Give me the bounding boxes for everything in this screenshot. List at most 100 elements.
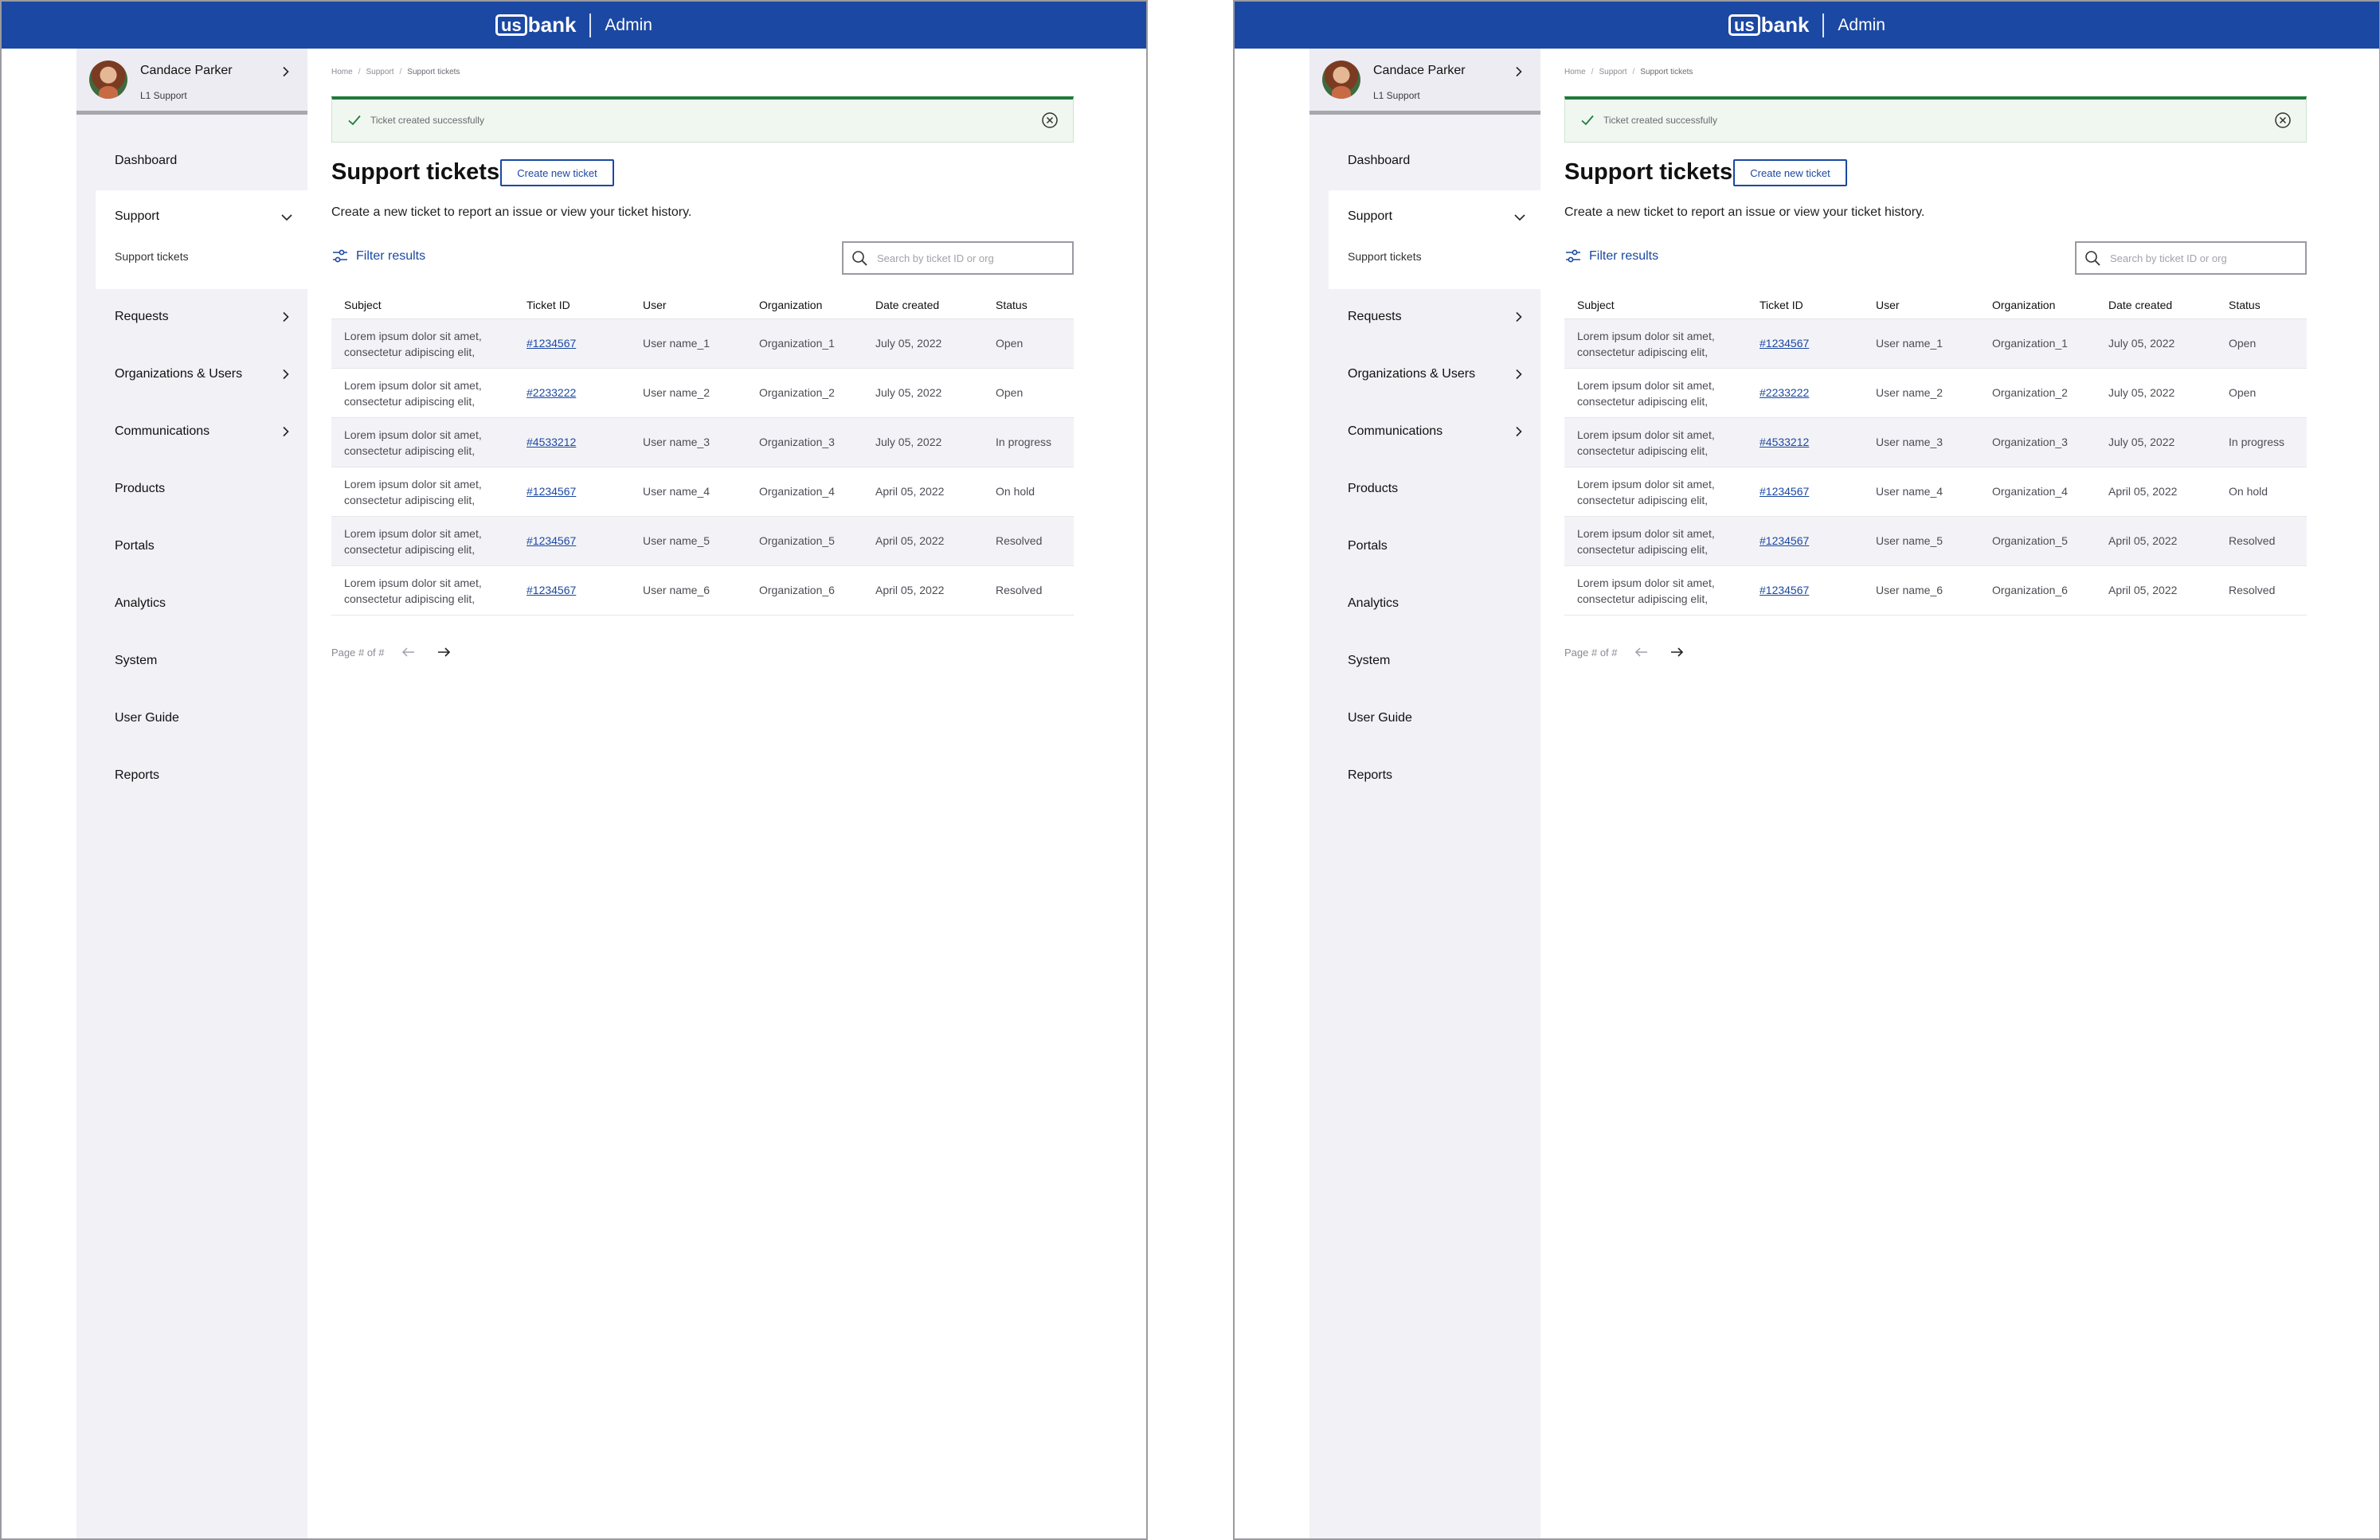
ticket-id-link[interactable]: #1234567 (526, 485, 576, 498)
sidebar-item-requests[interactable]: Requests (76, 301, 307, 333)
sidebar-item-portals[interactable]: Portals (76, 530, 307, 562)
page-description: Create a new ticket to report an issue o… (1564, 205, 1925, 219)
close-circle-icon[interactable] (2274, 111, 2292, 129)
cell-subject: Lorem ipsum dolor sit amet, consectetur a… (1577, 427, 1744, 459)
logo-divider (1822, 13, 1825, 37)
subject-line: consectetur adipiscing elit, (1577, 444, 1709, 457)
avatar (1322, 61, 1360, 99)
sidebar-item-communications[interactable]: Communications (76, 416, 307, 448)
table-row: Lorem ipsum dolor sit amet, consectetur a… (331, 517, 1074, 566)
chevron-down-icon[interactable] (280, 211, 293, 224)
subject-line: Lorem ipsum dolor sit amet, (344, 527, 482, 540)
sidebar-subitem-support-tickets[interactable]: Support tickets (1348, 250, 1422, 263)
cell-subject: Lorem ipsum dolor sit amet, consectetur a… (344, 377, 511, 409)
ticket-id-link[interactable]: #1234567 (1760, 584, 1809, 596)
sidebar-item-analytics[interactable]: Analytics (1309, 588, 1540, 620)
arrow-right-icon[interactable] (436, 644, 452, 660)
column-header-date-created: Date created (2108, 299, 2173, 311)
usbank-logo[interactable]: us bank Admin (495, 13, 652, 37)
table-row: Lorem ipsum dolor sit amet, consectetur a… (331, 369, 1074, 418)
cell-date-created: April 05, 2022 (875, 534, 945, 547)
sidebar-item-user-guide[interactable]: User Guide (1309, 702, 1540, 734)
ticket-id-link[interactable]: #1234567 (1760, 485, 1809, 498)
cell-user: User name_4 (1876, 485, 1944, 498)
profile-role: L1 Support (140, 90, 187, 101)
page-description: Create a new ticket to report an issue o… (331, 205, 692, 219)
column-header-date-created: Date created (875, 299, 940, 311)
sidebar-item-label: Communications (115, 424, 210, 438)
ticket-id-link[interactable]: #1234567 (1760, 337, 1809, 350)
cell-user: User name_6 (1876, 584, 1944, 596)
sidebar-item-organizations-users[interactable]: Organizations & Users (76, 358, 307, 390)
create-ticket-button[interactable]: Create new ticket (500, 159, 614, 186)
ticket-id-link[interactable]: #1234567 (1760, 534, 1809, 547)
profile-role: L1 Support (1373, 90, 1420, 101)
sidebar-item-system[interactable]: System (1309, 645, 1540, 677)
search-input[interactable] (2110, 246, 2301, 270)
table-row: Lorem ipsum dolor sit amet, consectetur a… (331, 319, 1074, 369)
ticket-id-link[interactable]: #1234567 (526, 337, 576, 350)
ticket-id-link[interactable]: #2233222 (1760, 386, 1809, 399)
ticket-id-link[interactable]: #4533212 (526, 436, 576, 448)
cell-organization: Organization_1 (1992, 337, 2068, 350)
tickets-table: Subject Ticket ID User Organization Date… (1564, 287, 2307, 616)
avatar (89, 61, 127, 99)
subject-line: consectetur adipiscing elit, (1577, 346, 1709, 358)
sidebar-subitem-support-tickets[interactable]: Support tickets (115, 250, 189, 263)
sidebar-item-products[interactable]: Products (76, 473, 307, 505)
breadcrumb-support[interactable]: Support (1599, 68, 1626, 76)
success-alert: Ticket created successfully (331, 96, 1074, 143)
cell-organization: Organization_4 (1992, 485, 2068, 498)
sidebar-item-support[interactable]: Support (1348, 209, 1392, 224)
cell-subject: Lorem ipsum dolor sit amet, consectetur a… (344, 575, 511, 607)
filter-results-button[interactable]: Filter results (331, 248, 425, 265)
sidebar-item-communications[interactable]: Communications (1309, 416, 1540, 448)
arrow-right-icon[interactable] (1669, 644, 1685, 660)
sidebar-item-analytics[interactable]: Analytics (76, 588, 307, 620)
sidebar-item-system[interactable]: System (76, 645, 307, 677)
ticket-id-link[interactable]: #4533212 (1760, 436, 1809, 448)
sidebar-item-portals[interactable]: Portals (1309, 530, 1540, 562)
cell-organization: Organization_2 (1992, 386, 2068, 399)
filter-results-button[interactable]: Filter results (1564, 248, 1658, 265)
sidebar-item-organizations-users[interactable]: Organizations & Users (1309, 358, 1540, 390)
table-row: Lorem ipsum dolor sit amet, consectetur a… (1564, 467, 2307, 517)
chevron-right-icon (283, 311, 289, 322)
sidebar-item-user-guide[interactable]: User Guide (76, 702, 307, 734)
arrow-left-icon[interactable] (1634, 644, 1650, 660)
sidebar-item-products[interactable]: Products (1309, 473, 1540, 505)
breadcrumb-home[interactable]: Home (331, 68, 353, 76)
sidebar-item-label: Analytics (1348, 596, 1399, 610)
sidebar-item-reports[interactable]: Reports (1309, 760, 1540, 791)
sidebar-item-dashboard[interactable]: Dashboard (76, 145, 307, 177)
sidebar-item-support[interactable]: Support (115, 209, 159, 224)
logo-us-mark: us (1728, 14, 1760, 36)
ticket-id-link[interactable]: #2233222 (526, 386, 576, 399)
main-content: Home / Support / Support tickets Ticket … (331, 49, 1074, 1538)
close-circle-icon[interactable] (1041, 111, 1059, 129)
usbank-logo[interactable]: us bank Admin (1728, 13, 1885, 37)
sidebar-item-requests[interactable]: Requests (1309, 301, 1540, 333)
table-row: Lorem ipsum dolor sit amet, consectetur a… (331, 467, 1074, 517)
column-header-status: Status (996, 299, 1028, 311)
cell-date-created: July 05, 2022 (2108, 337, 2175, 350)
ticket-id-link[interactable]: #1234567 (526, 584, 576, 596)
create-ticket-button[interactable]: Create new ticket (1733, 159, 1847, 186)
subject-line: Lorem ipsum dolor sit amet, (344, 428, 482, 441)
user-profile[interactable]: Candace Parker L1 Support (76, 49, 307, 115)
ticket-id-link[interactable]: #1234567 (526, 534, 576, 547)
breadcrumb-home[interactable]: Home (1564, 68, 1586, 76)
sidebar: Candace Parker L1 Support Dashboard Supp… (1309, 49, 1540, 1538)
cell-user: User name_4 (643, 485, 710, 498)
search-input[interactable] (877, 246, 1068, 270)
chevron-down-icon[interactable] (1513, 211, 1526, 224)
sidebar-item-reports[interactable]: Reports (76, 760, 307, 791)
user-profile[interactable]: Candace Parker L1 Support (1309, 49, 1540, 115)
breadcrumb-support[interactable]: Support (366, 68, 393, 76)
cell-date-created: April 05, 2022 (2108, 534, 2178, 547)
cell-status: Open (2229, 386, 2257, 399)
logo-us-mark: us (495, 14, 527, 36)
subject-line: consectetur adipiscing elit, (344, 444, 476, 457)
arrow-left-icon[interactable] (401, 644, 417, 660)
sidebar-item-dashboard[interactable]: Dashboard (1309, 145, 1540, 177)
